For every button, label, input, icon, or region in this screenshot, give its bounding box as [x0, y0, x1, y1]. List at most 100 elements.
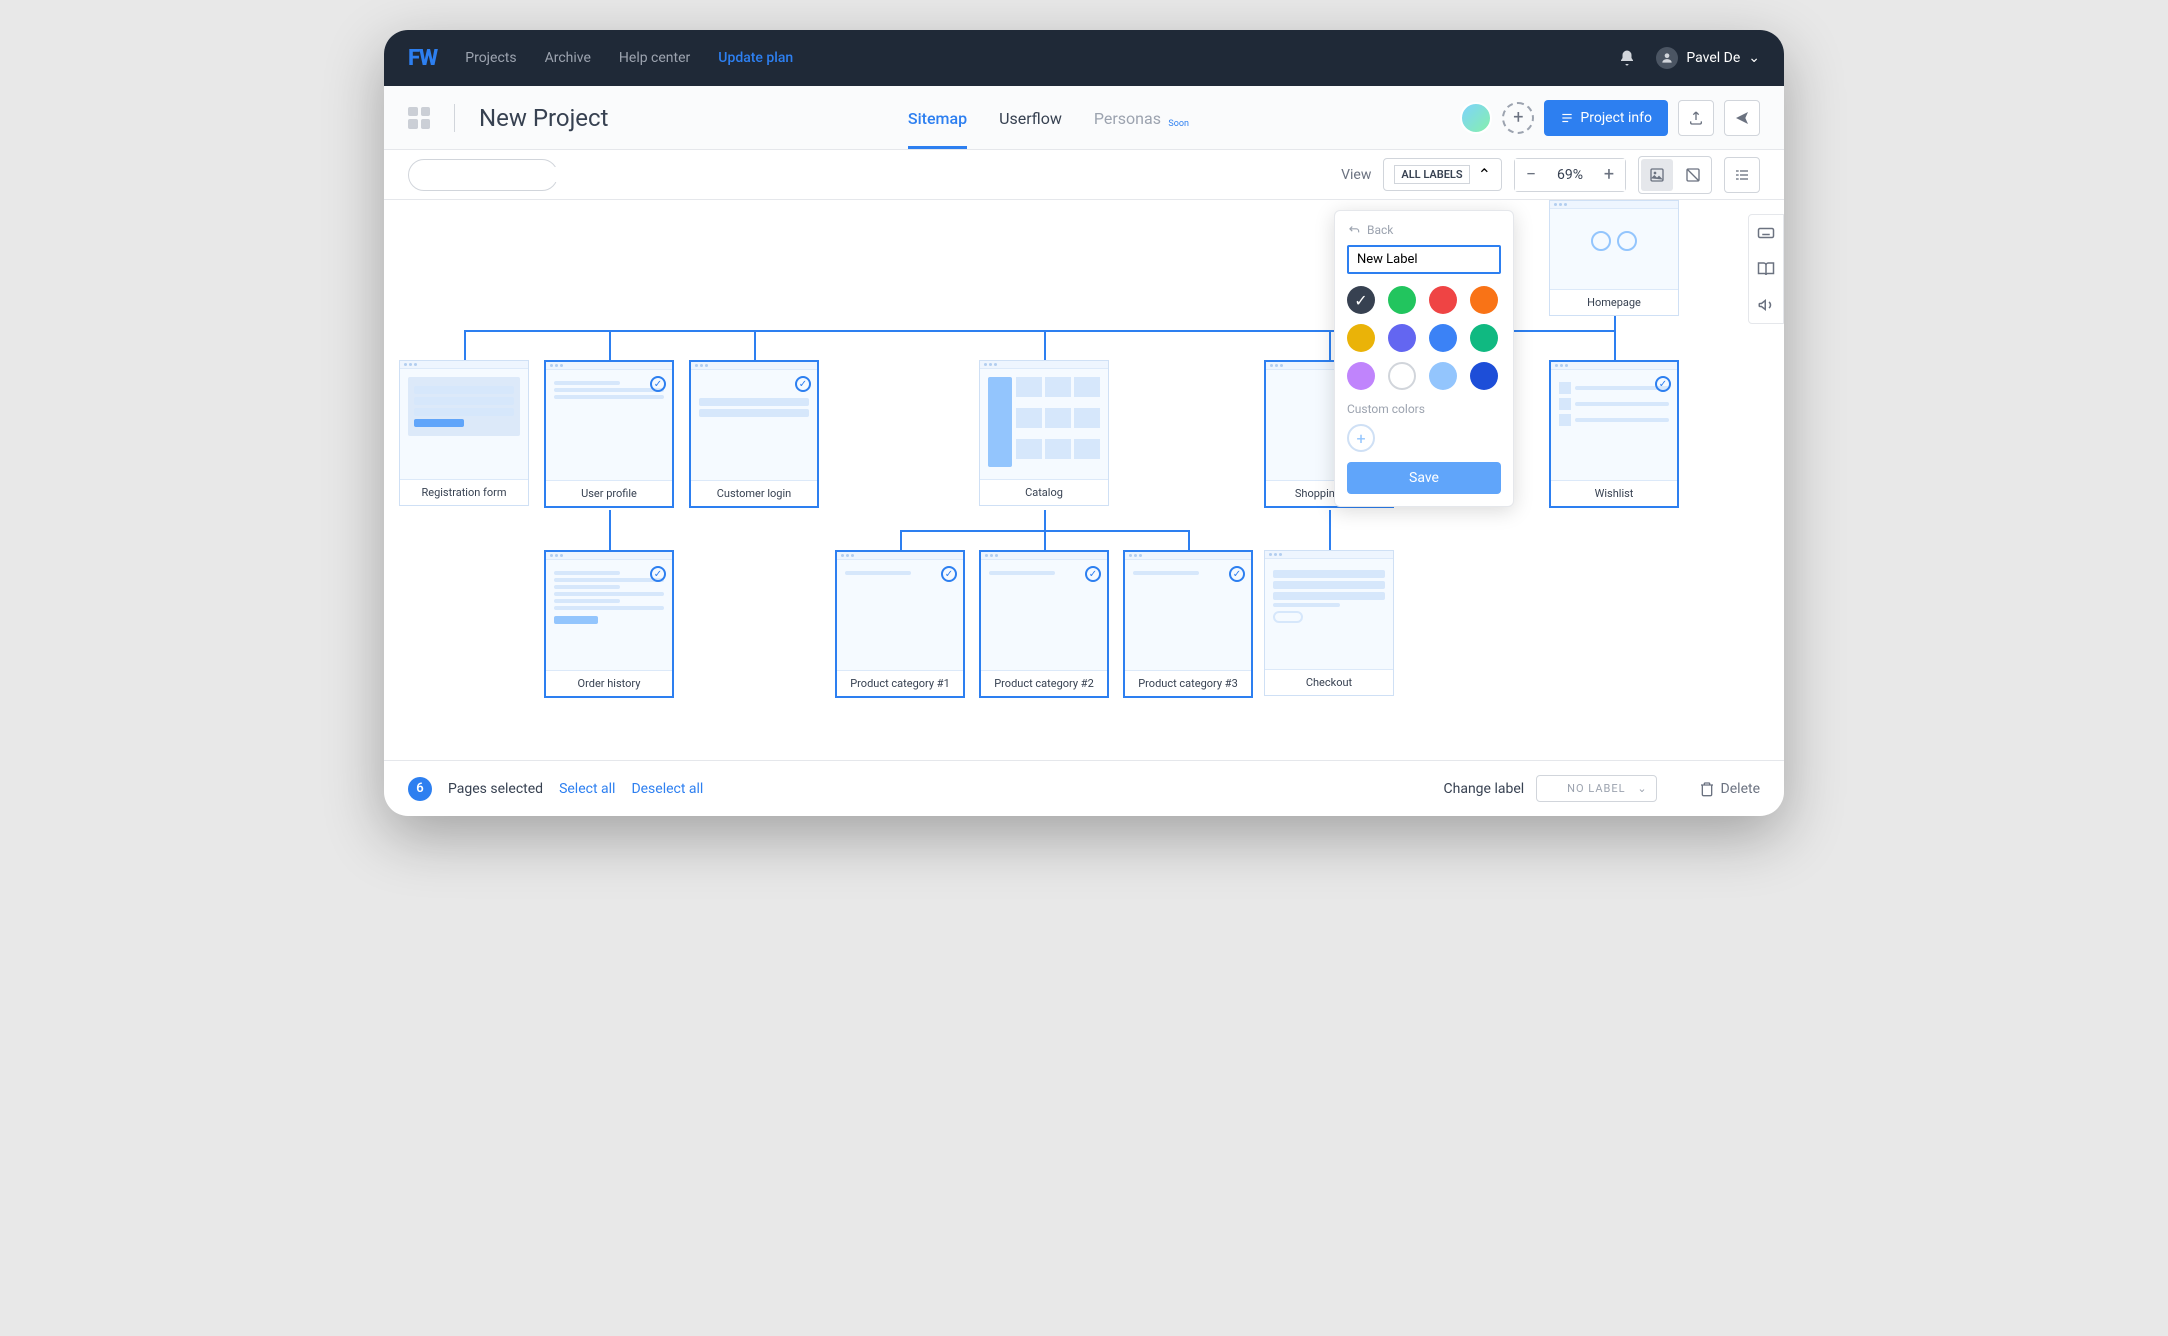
- color-swatch-orange[interactable]: [1470, 286, 1498, 314]
- card-chrome: [981, 552, 1107, 560]
- color-swatch-teal[interactable]: [1470, 324, 1498, 352]
- nav-projects[interactable]: Projects: [465, 50, 516, 66]
- card-order-history[interactable]: ✓ Order history: [544, 550, 674, 698]
- project-title: New Project: [479, 104, 608, 132]
- color-swatch-purple[interactable]: [1347, 362, 1375, 390]
- card-catalog[interactable]: Catalog: [979, 360, 1109, 506]
- keyboard-icon[interactable]: [1749, 215, 1783, 251]
- card-chrome: [1550, 201, 1678, 209]
- color-swatch-lightblue[interactable]: [1429, 362, 1457, 390]
- connector: [1329, 510, 1331, 550]
- color-swatch-indigo[interactable]: [1388, 324, 1416, 352]
- card-label: Catalog: [980, 479, 1108, 505]
- connector: [900, 530, 902, 550]
- label-select[interactable]: NO LABEL ⌄: [1536, 775, 1656, 802]
- card-homepage[interactable]: Homepage: [1549, 200, 1679, 316]
- card-customer-login[interactable]: ✓ Customer login: [689, 360, 819, 508]
- tab-userflow[interactable]: Userflow: [999, 109, 1062, 149]
- user-menu[interactable]: Pavel De ⌄: [1656, 47, 1760, 69]
- label-select-value: NO LABEL: [1567, 782, 1625, 795]
- zoom-in-button[interactable]: +: [1593, 159, 1625, 191]
- selected-check-icon: ✓: [1085, 566, 1101, 582]
- card-product-category-2[interactable]: ✓ Product category #2: [979, 550, 1109, 698]
- labels-dropdown[interactable]: ALL LABELS ⌃: [1383, 158, 1502, 191]
- book-icon[interactable]: [1749, 251, 1783, 287]
- change-label-text: Change label: [1444, 781, 1525, 797]
- list-view-button[interactable]: [1724, 157, 1760, 193]
- card-chrome: [546, 362, 672, 370]
- card-label: Customer login: [691, 480, 817, 506]
- card-product-category-3[interactable]: ✓ Product category #3: [1123, 550, 1253, 698]
- color-swatch-red[interactable]: [1429, 286, 1457, 314]
- card-label: Product category #3: [1125, 670, 1251, 696]
- export-button[interactable]: [1678, 100, 1714, 136]
- notifications-icon[interactable]: [1618, 49, 1636, 67]
- zoom-out-button[interactable]: −: [1515, 159, 1547, 191]
- connector: [609, 510, 611, 550]
- deselect-all-button[interactable]: Deselect all: [631, 781, 703, 797]
- divider: [454, 104, 455, 132]
- card-chrome: [980, 361, 1108, 369]
- connector: [1329, 330, 1331, 360]
- collaborator-avatar[interactable]: [1460, 102, 1492, 134]
- label-popup: Back ✓ Custom colors + Save: [1334, 210, 1514, 507]
- share-button[interactable]: [1724, 100, 1760, 136]
- tab-personas[interactable]: Personas Soon: [1094, 109, 1161, 149]
- image-view-button[interactable]: [1641, 159, 1673, 191]
- select-all-button[interactable]: Select all: [559, 781, 615, 797]
- connector: [754, 330, 756, 360]
- connector: [1044, 510, 1046, 530]
- card-wishlist[interactable]: ✓ Wishlist: [1549, 360, 1679, 508]
- save-label-button[interactable]: Save: [1347, 462, 1501, 494]
- project-info-button[interactable]: Project info: [1544, 100, 1668, 136]
- card-product-category-1[interactable]: ✓ Product category #1: [835, 550, 965, 698]
- card-label: Order history: [546, 670, 672, 696]
- logo: FW: [408, 46, 437, 71]
- selected-check-icon: ✓: [941, 566, 957, 582]
- card-user-profile[interactable]: ✓ User profile: [544, 360, 674, 508]
- card-chrome: [1125, 552, 1251, 560]
- chevron-up-icon: ⌃: [1478, 165, 1491, 184]
- card-label: Checkout: [1265, 669, 1393, 695]
- card-chrome: [400, 361, 528, 369]
- color-swatch-darkblue[interactable]: [1470, 362, 1498, 390]
- card-chrome: [837, 552, 963, 560]
- trash-icon: [1699, 781, 1715, 797]
- nav-archive[interactable]: Archive: [545, 50, 591, 66]
- connector: [1044, 330, 1046, 360]
- label-name-input[interactable]: [1347, 245, 1501, 274]
- nav-update-plan[interactable]: Update plan: [718, 50, 793, 66]
- color-swatch-yellow[interactable]: [1347, 324, 1375, 352]
- selection-footer: 6 Pages selected Select all Deselect all…: [384, 760, 1784, 816]
- card-registration-form[interactable]: Registration form: [399, 360, 529, 506]
- sitemap-canvas[interactable]: Homepage Registration form ✓ User profil…: [384, 200, 1784, 760]
- card-checkout[interactable]: Checkout: [1264, 550, 1394, 696]
- color-grid: ✓: [1347, 286, 1501, 390]
- chevron-down-icon: ⌄: [1748, 50, 1760, 66]
- card-label: Wishlist: [1551, 480, 1677, 506]
- search-input[interactable]: [421, 167, 587, 182]
- custom-colors-label: Custom colors: [1347, 402, 1501, 416]
- canvas-toolbar: View ALL LABELS ⌃ − 69% +: [384, 150, 1784, 200]
- selected-check-icon: ✓: [1229, 566, 1245, 582]
- apps-icon[interactable]: [408, 107, 430, 129]
- card-chrome: [1551, 362, 1677, 370]
- add-collaborator-button[interactable]: +: [1502, 102, 1534, 134]
- labels-dropdown-text: ALL LABELS: [1394, 165, 1469, 184]
- card-label: Homepage: [1550, 289, 1678, 315]
- color-swatch-blue[interactable]: [1429, 324, 1457, 352]
- megaphone-icon[interactable]: [1749, 287, 1783, 323]
- search-box[interactable]: [408, 159, 558, 191]
- image-off-button[interactable]: [1677, 159, 1709, 191]
- nav-help-center[interactable]: Help center: [619, 50, 690, 66]
- selected-check-icon: ✓: [1655, 376, 1671, 392]
- color-swatch-dark[interactable]: ✓: [1347, 286, 1375, 314]
- color-swatch-white[interactable]: [1388, 362, 1416, 390]
- side-tools: [1748, 214, 1784, 324]
- user-name: Pavel De: [1686, 50, 1740, 66]
- delete-button[interactable]: Delete: [1699, 781, 1760, 797]
- tab-sitemap[interactable]: Sitemap: [908, 109, 967, 149]
- color-swatch-green[interactable]: [1388, 286, 1416, 314]
- add-custom-color-button[interactable]: +: [1347, 424, 1375, 452]
- popup-back-button[interactable]: Back: [1347, 223, 1501, 237]
